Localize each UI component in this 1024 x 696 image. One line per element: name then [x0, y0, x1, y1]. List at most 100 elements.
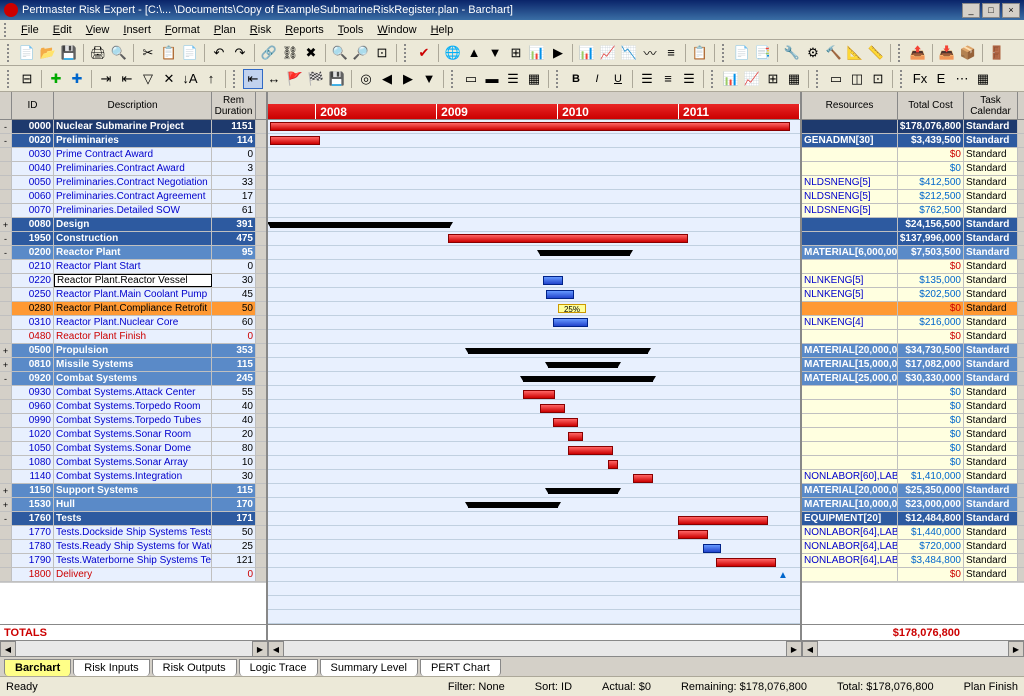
table-row[interactable]: NONLABOR[64],LABC$1,440,000Standard [802, 526, 1024, 540]
zoom-out-icon[interactable]: 🔎 [351, 43, 371, 63]
table-row[interactable]: GENADMN[30]$3,439,500Standard [802, 134, 1024, 148]
table-row[interactable]: $0Standard [802, 400, 1024, 414]
cell-dur[interactable]: 475 [212, 232, 256, 245]
cell-cost[interactable]: $25,350,000 [898, 484, 964, 497]
cell-cal[interactable]: Standard [964, 148, 1018, 161]
outdent-icon[interactable]: ⇤ [117, 69, 137, 89]
flag2-icon[interactable]: 🏁 [306, 69, 326, 89]
table-row[interactable]: $0Standard [802, 162, 1024, 176]
expand-toggle[interactable] [0, 386, 12, 399]
redo-icon[interactable]: ↷ [230, 43, 250, 63]
cell-res[interactable] [802, 568, 898, 581]
summary-bar[interactable] [548, 362, 618, 368]
chart3-icon[interactable]: 📉 [619, 43, 639, 63]
open-icon[interactable]: 📂 [38, 43, 58, 63]
table-row[interactable]: 0480Reactor Plant Finish0 [0, 330, 266, 344]
expand-toggle[interactable]: - [0, 372, 12, 385]
table-row[interactable]: 1050Combat Systems.Sonar Dome80 [0, 442, 266, 456]
grip-handle[interactable] [556, 70, 562, 88]
task-bar[interactable] [568, 446, 613, 455]
table-row[interactable]: 1020Combat Systems.Sonar Room20 [0, 428, 266, 442]
cell-res[interactable]: NLNKENG[4] [802, 316, 898, 329]
cell-dur[interactable]: 61 [212, 204, 256, 217]
cell-res[interactable]: MATERIAL[20,000,00 [802, 344, 898, 357]
cell-res[interactable] [802, 456, 898, 469]
cell-desc[interactable]: Prime Contract Award [54, 148, 212, 161]
tab-summary-level[interactable]: Summary Level [320, 659, 418, 676]
sort-desc-icon[interactable]: ↑ [201, 69, 221, 89]
tab-logic-trace[interactable]: Logic Trace [239, 659, 318, 676]
expand-toggle[interactable] [0, 330, 12, 343]
cell-res[interactable] [802, 148, 898, 161]
cell-id[interactable]: 0200 [12, 246, 54, 259]
cell-cost[interactable]: $0 [898, 456, 964, 469]
grip-handle[interactable] [4, 23, 10, 37]
cell-cost[interactable]: $0 [898, 386, 964, 399]
progress-bar[interactable]: 25% [558, 304, 586, 313]
expand-toggle[interactable] [0, 204, 12, 217]
expand-toggle[interactable] [0, 428, 12, 441]
menu-plan[interactable]: Plan [207, 22, 243, 38]
summary-bar[interactable] [270, 122, 790, 131]
link-icon[interactable]: 🔗 [259, 43, 279, 63]
cell-dur[interactable]: 115 [212, 484, 256, 497]
table-row[interactable]: 0990Combat Systems.Torpedo Tubes40 [0, 414, 266, 428]
cell-id[interactable]: 1760 [12, 512, 54, 525]
table-row[interactable]: NLNKENG[5]$202,500Standard [802, 288, 1024, 302]
menu-tools[interactable]: Tools [331, 22, 371, 38]
table-row[interactable]: $0Standard [802, 414, 1024, 428]
cell-desc[interactable]: Reactor Plant.Compliance Retrofit [54, 302, 212, 315]
table-row[interactable]: NLDSNENG[5]$212,500Standard [802, 190, 1024, 204]
cell-cost[interactable]: $23,000,000 [898, 498, 964, 511]
cell-cal[interactable]: Standard [964, 162, 1018, 175]
summary-bar[interactable] [270, 222, 450, 228]
cell-id[interactable]: 1780 [12, 540, 54, 553]
cell-cost[interactable]: $7,503,500 [898, 246, 964, 259]
cell-desc[interactable]: Reactor Plant [54, 246, 212, 259]
cell-cal[interactable]: Standard [964, 260, 1018, 273]
cell-cal[interactable]: Standard [964, 344, 1018, 357]
goto-task-icon[interactable]: ↔ [264, 69, 284, 89]
cell-desc[interactable]: Reactor Plant.Reactor Vessel [54, 274, 212, 287]
cell-id[interactable]: 1530 [12, 498, 54, 511]
cell-cost[interactable]: $0 [898, 400, 964, 413]
view3-icon[interactable]: ⊡ [868, 69, 888, 89]
expand-toggle[interactable] [0, 400, 12, 413]
preview-icon[interactable]: 🔍 [109, 43, 129, 63]
cell-desc[interactable]: Preliminaries.Contract Negotiation [54, 176, 212, 189]
table-row[interactable]: MATERIAL[10,000,00$23,000,000Standard [802, 498, 1024, 512]
cell-cal[interactable]: Standard [964, 288, 1018, 301]
cell-res[interactable] [802, 302, 898, 315]
cell-cost[interactable]: $0 [898, 260, 964, 273]
cell-desc[interactable]: Combat Systems.Sonar Dome [54, 442, 212, 455]
tab-pert-chart[interactable]: PERT Chart [420, 659, 501, 676]
cell-dur[interactable]: 353 [212, 344, 256, 357]
cell-cal[interactable]: Standard [964, 274, 1018, 287]
run-icon[interactable]: ▶ [548, 43, 568, 63]
expand-toggle[interactable] [0, 190, 12, 203]
cell-id[interactable]: 0920 [12, 372, 54, 385]
cell-dur[interactable]: 40 [212, 400, 256, 413]
expand-toggle[interactable] [0, 148, 12, 161]
import2-icon[interactable]: 📦 [958, 43, 978, 63]
table-row[interactable]: MATERIAL[20,000,00$34,730,500Standard [802, 344, 1024, 358]
add-icon[interactable]: ✚ [46, 69, 66, 89]
cell-desc[interactable]: Tests.Ready Ship Systems for Wate [54, 540, 212, 553]
cell-id[interactable]: 0040 [12, 162, 54, 175]
cell-cal[interactable]: Standard [964, 428, 1018, 441]
cell-dur[interactable]: 1151 [212, 120, 256, 133]
menu-format[interactable]: Format [158, 22, 207, 38]
cell-res[interactable]: EQUIPMENT[20] [802, 512, 898, 525]
cell-desc[interactable]: Construction [54, 232, 212, 245]
cell-res[interactable] [802, 120, 898, 133]
tornado-icon[interactable]: 📈 [598, 43, 618, 63]
grip-handle[interactable] [233, 70, 239, 88]
task-bar[interactable] [553, 418, 578, 427]
task-bar[interactable] [546, 290, 574, 299]
underline-icon[interactable]: U [608, 69, 628, 89]
expand-toggle[interactable] [0, 316, 12, 329]
expand-toggle[interactable]: - [0, 512, 12, 525]
undo-icon[interactable]: ↶ [209, 43, 229, 63]
table-row[interactable]: 0210Reactor Plant Start0 [0, 260, 266, 274]
cell-cal[interactable]: Standard [964, 330, 1018, 343]
